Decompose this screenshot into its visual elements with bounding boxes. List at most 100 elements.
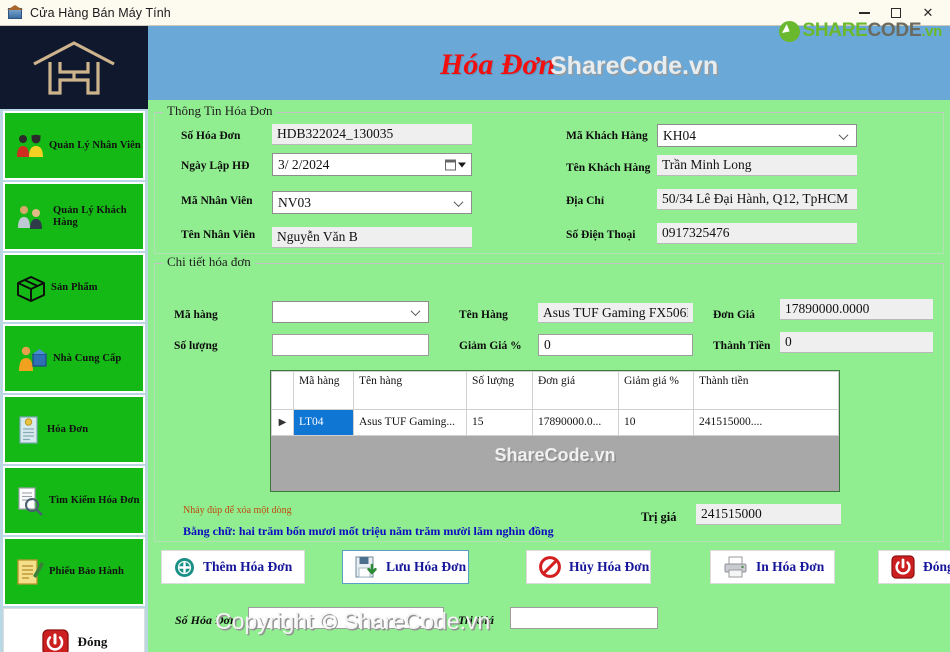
sidebar-item-customers[interactable]: Quản Lý Khách Hàng bbox=[3, 182, 145, 251]
sidebar-item-label: Sản Phẩm bbox=[51, 281, 98, 293]
table-header-row: Mã hàng Tên hàng Số lượng Đơn giá Giảm g… bbox=[271, 371, 839, 410]
save-invoice-label: Lưu Hóa Đơn bbox=[386, 559, 467, 574]
col-discount[interactable]: Giảm giá % bbox=[618, 371, 694, 410]
save-invoice-button[interactable]: Lưu Hóa Đơn bbox=[342, 550, 469, 584]
customer-code-label: Mã Khách Hàng bbox=[566, 130, 648, 142]
cancel-invoice-label: Hủy Hóa Đơn bbox=[569, 559, 650, 574]
amount-input[interactable] bbox=[780, 332, 933, 353]
delete-row-hint: Nháy đúp để xóa một dòng bbox=[183, 505, 292, 516]
address-label: Địa Chỉ bbox=[566, 195, 605, 207]
address-input[interactable] bbox=[657, 189, 857, 210]
sidebar-item-label: Nhà Cung Cấp bbox=[53, 352, 122, 364]
house-h-logo bbox=[0, 26, 148, 109]
customer-name-label: Tên Khách Hàng bbox=[566, 162, 651, 174]
box-icon bbox=[17, 275, 45, 302]
footer-invoice-no-input[interactable] bbox=[248, 607, 444, 629]
sidebar-item-close[interactable]: Đóng bbox=[3, 608, 145, 652]
discount-label: Giảm Giá % bbox=[459, 340, 522, 352]
grid-watermark: ShareCode.vn bbox=[494, 445, 616, 465]
cell-quantity[interactable]: 15 bbox=[466, 409, 533, 436]
receipt-icon bbox=[19, 415, 38, 444]
phone-label: Số Điện Thoại bbox=[566, 229, 636, 241]
sidebar-item-suppliers[interactable]: Nhà Cung Cấp bbox=[3, 324, 145, 393]
footer-invoice-no-label: Số Hóa Đơn bbox=[175, 613, 237, 627]
employee-code-combo[interactable]: NV03 bbox=[272, 191, 472, 214]
add-invoice-button[interactable]: Thêm Hóa Đơn bbox=[161, 550, 305, 584]
chevron-down-icon bbox=[412, 307, 421, 316]
col-item-code[interactable]: Mã hàng bbox=[293, 371, 354, 410]
col-quantity[interactable]: Số lượng bbox=[466, 371, 533, 410]
supplier-icon bbox=[19, 346, 47, 371]
sidebar: Quản Lý Nhân Viên Quản Lý Khách Hàng Sản… bbox=[0, 26, 148, 652]
brand-code: CODE bbox=[867, 20, 922, 41]
employee-name-input[interactable] bbox=[272, 227, 472, 248]
window-title: Cửa Hàng Bán Máy Tính bbox=[30, 5, 171, 20]
invoice-detail-grid[interactable]: Mã hàng Tên hàng Số lượng Đơn giá Giảm g… bbox=[270, 370, 840, 492]
words-label: Bằng chữ: bbox=[183, 524, 236, 538]
power-icon bbox=[891, 555, 915, 579]
table-row[interactable]: ▶ LT04 Asus TUF Gaming... 15 17890000.0.… bbox=[271, 409, 839, 436]
plus-circle-icon bbox=[175, 557, 194, 577]
total-label: Trị giá bbox=[641, 510, 677, 524]
phone-input[interactable] bbox=[657, 223, 857, 244]
customer-code-combo[interactable]: KH04 bbox=[657, 124, 857, 147]
discount-input[interactable] bbox=[538, 334, 693, 356]
print-invoice-label: In Hóa Đơn bbox=[756, 559, 825, 574]
employee-code-value: NV03 bbox=[278, 194, 311, 210]
footer-total-label: Trị Giá bbox=[458, 613, 494, 627]
col-unit-price[interactable]: Đơn giá bbox=[532, 371, 619, 410]
sidebar-item-label: Quản Lý Khách Hàng bbox=[53, 204, 127, 228]
item-code-label: Mã hàng bbox=[174, 309, 218, 321]
sidebar-item-label: Phiếu Bảo Hành bbox=[49, 565, 124, 577]
warranty-note-icon bbox=[17, 558, 44, 585]
sidebar-item-invoices[interactable]: Hóa Đơn bbox=[3, 395, 145, 464]
invoice-no-label: Số Hóa Đơn bbox=[181, 130, 241, 142]
save-disk-icon bbox=[355, 556, 377, 578]
date-label: Ngày Lập HĐ bbox=[181, 160, 250, 172]
unit-price-input[interactable] bbox=[780, 299, 933, 320]
sidebar-item-employees[interactable]: Quản Lý Nhân Viên bbox=[3, 111, 145, 180]
cell-item-name[interactable]: Asus TUF Gaming... bbox=[353, 409, 467, 436]
two-people-icon bbox=[17, 134, 43, 157]
col-amount[interactable]: Thành tiền bbox=[693, 371, 839, 410]
sharecode-logo-watermark: SHARECODE.vn bbox=[778, 20, 942, 42]
item-code-combo[interactable] bbox=[272, 301, 429, 323]
employee-name-label: Tên Nhân Viên bbox=[181, 229, 256, 241]
brand-tld: .vn bbox=[921, 23, 942, 40]
date-picker[interactable]: 3/ 2/2024 bbox=[272, 153, 472, 176]
page-title: Hóa Đơn bbox=[440, 48, 556, 81]
quantity-input[interactable] bbox=[272, 334, 429, 356]
cancel-forbidden-icon bbox=[539, 556, 561, 578]
calendar-dropdown-icon[interactable] bbox=[445, 159, 466, 170]
total-input[interactable] bbox=[696, 504, 841, 525]
sidebar-item-warranty[interactable]: Phiếu Bảo Hành bbox=[3, 537, 145, 606]
cell-amount[interactable]: 241515000.... bbox=[693, 409, 839, 436]
add-invoice-label: Thêm Hóa Đơn bbox=[203, 559, 293, 574]
main-content: Thông Tin Hóa Đơn Số Hóa Đơn Ngày Lập HĐ… bbox=[148, 100, 950, 652]
words-value: hai trăm bốn mươi mốt triệu năm trăm mườ… bbox=[238, 524, 554, 538]
sidebar-item-search-invoice[interactable]: Tìm Kiếm Hóa Đơn bbox=[3, 466, 145, 535]
invoice-detail-group-title: Chi tiết hóa đơn bbox=[163, 254, 255, 270]
close-button-label: Đóng bbox=[923, 559, 950, 574]
banner-watermark: ShareCode.vn bbox=[550, 52, 719, 80]
customer-name-input[interactable] bbox=[657, 155, 857, 176]
store-icon bbox=[7, 4, 23, 21]
sharecode-ring-icon bbox=[778, 20, 800, 42]
sidebar-item-products[interactable]: Sản Phẩm bbox=[3, 253, 145, 322]
customer-code-value: KH04 bbox=[663, 127, 696, 143]
date-picker-value: 3/ 2/2024 bbox=[278, 156, 330, 172]
cell-item-code[interactable]: LT04 bbox=[293, 409, 354, 436]
close-button[interactable]: Đóng bbox=[878, 550, 950, 584]
cancel-invoice-button[interactable]: Hủy Hóa Đơn bbox=[526, 550, 651, 584]
col-item-name[interactable]: Tên hàng bbox=[353, 371, 467, 410]
application-window: Cửa Hàng Bán Máy Tính ✕ SHARECODE.vn Quả… bbox=[0, 0, 950, 652]
chevron-down-icon bbox=[455, 197, 464, 206]
print-invoice-button[interactable]: In Hóa Đơn bbox=[710, 550, 835, 584]
invoice-no-input[interactable] bbox=[272, 124, 472, 145]
row-header-col bbox=[271, 371, 294, 410]
cell-unit-price[interactable]: 17890000.0... bbox=[532, 409, 619, 436]
footer-total-input[interactable] bbox=[510, 607, 658, 629]
chevron-down-icon bbox=[840, 130, 849, 139]
item-name-input[interactable] bbox=[538, 303, 693, 323]
cell-discount[interactable]: 10 bbox=[618, 409, 694, 436]
